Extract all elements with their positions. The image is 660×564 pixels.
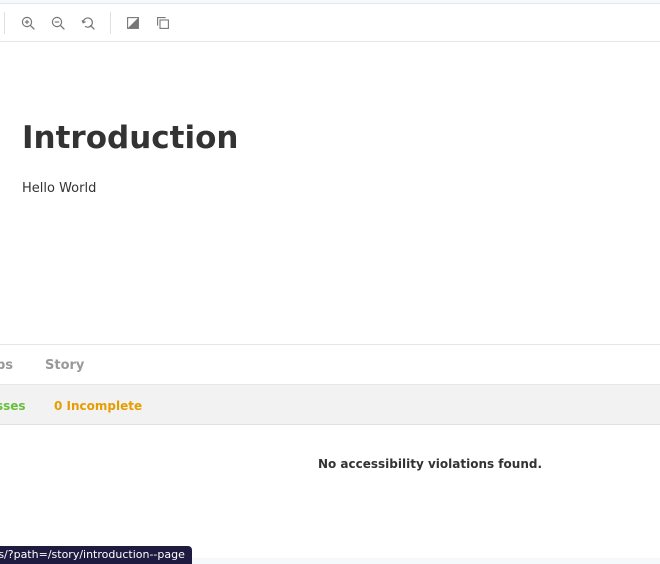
zoom-out-icon — [51, 16, 65, 30]
tab-passes[interactable]: sses — [0, 399, 26, 413]
zoom-in-icon — [21, 16, 35, 30]
no-violations-message: No accessibility violations found. — [317, 457, 543, 471]
toolbar-divider — [110, 12, 111, 34]
tab-story[interactable]: Story — [45, 358, 84, 374]
background-toggle-button[interactable] — [121, 11, 145, 35]
story-preview: Introduction Hello World — [0, 42, 660, 344]
addon-panel: bs Story sses 0 Incomplete No accessibil… — [0, 344, 660, 558]
zoom-reset-icon — [81, 16, 95, 30]
a11y-results-bar: sses 0 Incomplete — [0, 385, 660, 425]
outline-icon — [157, 17, 169, 29]
main-surface: Introduction Hello World bs Story sses 0… — [0, 3, 660, 558]
outline-toggle-button[interactable] — [151, 11, 175, 35]
background-toggle-icon — [127, 17, 139, 29]
tab-controls[interactable]: bs — [0, 358, 13, 374]
zoom-reset-button[interactable] — [76, 11, 100, 35]
storybook-window: Introduction Hello World bs Story sses 0… — [0, 0, 660, 564]
preview-toolbar — [0, 4, 660, 42]
page-title: Introduction — [22, 120, 239, 156]
addon-tab-bar: bs Story — [0, 345, 660, 385]
toolbar-divider — [4, 12, 5, 34]
page-body-text: Hello World — [22, 181, 97, 196]
status-url-tooltip: ts/?path=/story/introduction--page — [0, 546, 192, 564]
tab-incomplete[interactable]: 0 Incomplete — [54, 399, 142, 413]
zoom-in-button[interactable] — [16, 11, 40, 35]
zoom-out-button[interactable] — [46, 11, 70, 35]
